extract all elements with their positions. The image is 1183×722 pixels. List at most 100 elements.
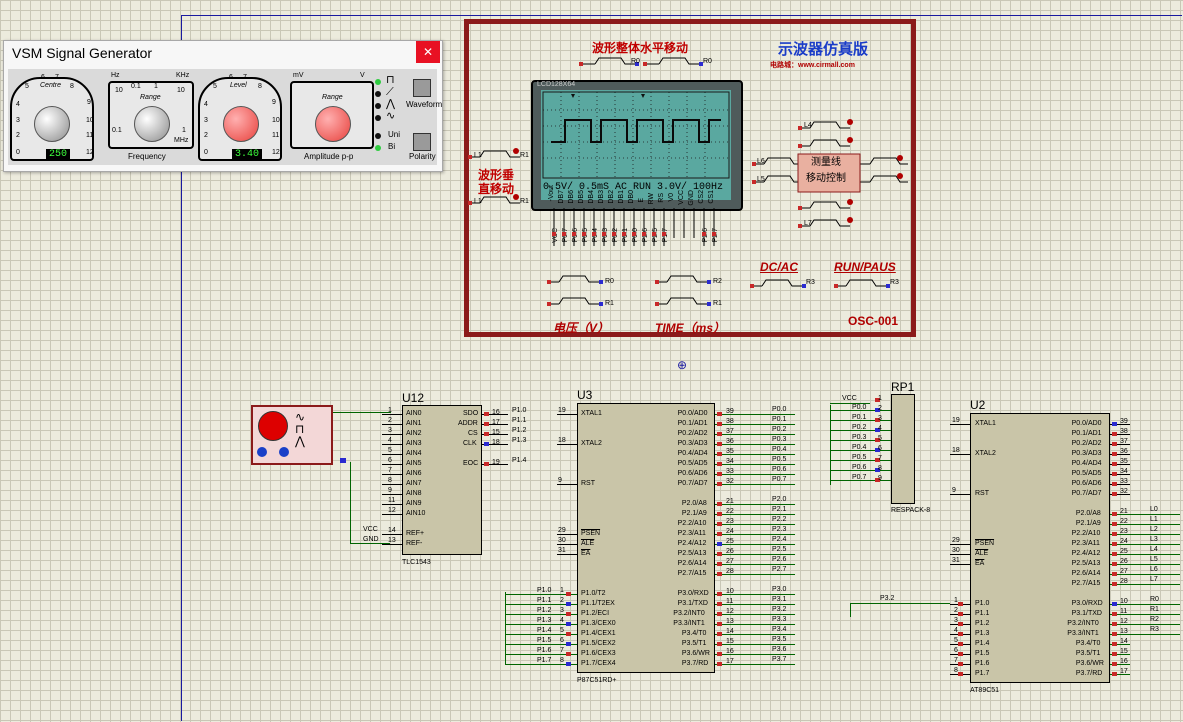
u3-right-pin-num: 33	[726, 468, 734, 475]
level-tick-12: 12	[272, 149, 280, 156]
u3-p1-net: P1.1	[537, 597, 552, 604]
u3-right-state	[717, 512, 722, 516]
u3-left-pin-num: 31	[558, 547, 566, 554]
u12-left-pin-num: 6	[388, 457, 392, 464]
u12-pin-state	[484, 432, 489, 436]
u12-left-pin-label: AIN9	[406, 500, 422, 507]
polarity-button[interactable]	[413, 133, 431, 151]
u3-right-net: P3.1	[772, 596, 787, 603]
vmove-down-label: L1	[474, 198, 482, 205]
u2-right-state	[1112, 552, 1117, 556]
u3-left-lead	[557, 534, 577, 535]
u2-right-pin-label: P0.3/AD3	[1071, 450, 1102, 457]
u3-right-pin-label: P0.3/AD3	[677, 440, 708, 447]
level-tick-3: 3	[204, 117, 208, 124]
u2-right-pin-num: 37	[1120, 438, 1128, 445]
lcd-pin-db4: DB4	[588, 190, 595, 204]
freq-range-10b: 10	[177, 87, 185, 94]
u3-left-pin-label: EA	[581, 550, 591, 557]
rp1-pin-num: 3	[878, 415, 882, 422]
u3-left-pin-num: 19	[558, 407, 566, 414]
u12-left-lead	[382, 464, 402, 465]
u2-p1-pin-label: P1.0	[975, 600, 990, 607]
u2-left-pin-num: 30	[952, 547, 960, 554]
freq-range-knob[interactable]	[134, 106, 170, 142]
u12-left-pin-num: 14	[388, 527, 396, 534]
u3-left-pin-label: RST	[581, 480, 595, 487]
level-knob[interactable]	[223, 106, 259, 142]
centre-knob[interactable]	[34, 106, 70, 142]
u3-left-pin-label: XTAL1	[581, 410, 602, 417]
centre-tick-10: 10	[86, 117, 94, 124]
u3-right-pin-num: 32	[726, 478, 734, 485]
u3-right-pin-num: 11	[726, 598, 734, 605]
waveform-button[interactable]	[413, 79, 431, 97]
u2-right-state	[1112, 472, 1117, 476]
rp1-chip[interactable]	[891, 394, 915, 504]
hmove-buttons[interactable]	[575, 50, 715, 70]
waveform-label: Waveform	[406, 100, 443, 109]
polarity-label: Polarity	[409, 152, 436, 161]
u2-right-pin-label: P2.1/A9	[1075, 520, 1101, 527]
lcd-pin-gnd: GND	[688, 190, 695, 206]
lcd-pin-db3: DB3	[598, 190, 605, 204]
u3-p1-pin-label: P1.7/CEX4	[581, 660, 616, 667]
u2-p1-pin-label: P1.5	[975, 650, 990, 657]
signal-source[interactable]: ∿ ⊓ ⋀	[251, 405, 333, 465]
u3-p1-net: P1.3	[537, 617, 552, 624]
u3-right-pin-num: 14	[726, 628, 734, 635]
u3-right-pin-label: P0.0/AD0	[677, 410, 708, 417]
freq-range-01b: 0.1	[112, 127, 122, 134]
u2-right-pin-label: P3.3/INT1	[1067, 630, 1099, 637]
u3-p1-net: P1.6	[537, 647, 552, 654]
close-button[interactable]: ✕	[416, 41, 440, 63]
amp-range-knob[interactable]	[315, 106, 351, 142]
measure-label-2: 移动控制	[806, 173, 846, 184]
u3-right-state	[717, 592, 722, 596]
u2-p1-state	[958, 652, 963, 656]
u2-left-lead	[950, 424, 970, 425]
u2-right-net: L4	[1150, 546, 1158, 553]
u3-right-net: P2.4	[772, 536, 787, 543]
u3-right-pin-label: P0.2/AD2	[677, 430, 708, 437]
u3-p1-pin-label: P1.6/CEX3	[581, 650, 616, 657]
hmove-right-label: R0	[703, 58, 712, 65]
u3-right-net: P3.5	[772, 636, 787, 643]
u2-p1-pin-num: 1	[954, 597, 958, 604]
u2-right-net: L6	[1150, 566, 1158, 573]
centre-tick-8: 8	[70, 83, 74, 90]
u3-right-net: P2.7	[772, 566, 787, 573]
u3-right-pin-label: P2.3/A11	[677, 530, 706, 537]
volt-time-buttons[interactable]	[545, 268, 725, 318]
u2-right-net: L2	[1150, 526, 1158, 533]
origin-marker-icon: ⊕	[677, 358, 688, 372]
u3-p1-pin-label: P1.0/T2	[581, 590, 606, 597]
u12-right-pin-label: SDO	[463, 410, 479, 417]
source-knob	[258, 411, 288, 441]
u2-right-pin-label: P0.7/AD7	[1071, 490, 1102, 497]
wire-p32-h	[850, 603, 950, 604]
rp1-net: P0.4	[852, 444, 867, 451]
u3-right-state	[717, 632, 722, 636]
lcd-pin-stubs	[552, 208, 716, 246]
u2-left-pin-label: RST	[975, 490, 989, 497]
triangle-wave-icon: ⋀	[386, 98, 396, 110]
signal-generator-window[interactable]: VSM Signal Generator ✕ Centre 5 6 7 8 9 …	[3, 40, 443, 172]
u2-right-pin-label: P0.0/AD0	[1071, 420, 1102, 427]
u12-left-pin-num: 8	[388, 477, 392, 484]
u3-right-net: P3.0	[772, 586, 787, 593]
u3-left-pin-num: 30	[558, 537, 566, 544]
u3-p1-net: P1.0	[537, 587, 552, 594]
u12-left-pin-label: AIN4	[406, 450, 422, 457]
u2-right-state	[1112, 582, 1117, 586]
freq-range-01: 0.1	[131, 83, 141, 90]
mv-label: mV	[293, 72, 304, 79]
u3-p1-pin-num: 4	[560, 617, 564, 624]
measure-label-1: 测量线	[811, 157, 841, 168]
centre-tick-4: 4	[16, 101, 20, 108]
u2-right-state	[1112, 642, 1117, 646]
u2-part: AT89C51	[970, 687, 1000, 694]
u2-right-pin-num: 12	[1120, 618, 1128, 625]
u3-p1-state	[566, 602, 571, 606]
triangle-led	[375, 103, 381, 109]
